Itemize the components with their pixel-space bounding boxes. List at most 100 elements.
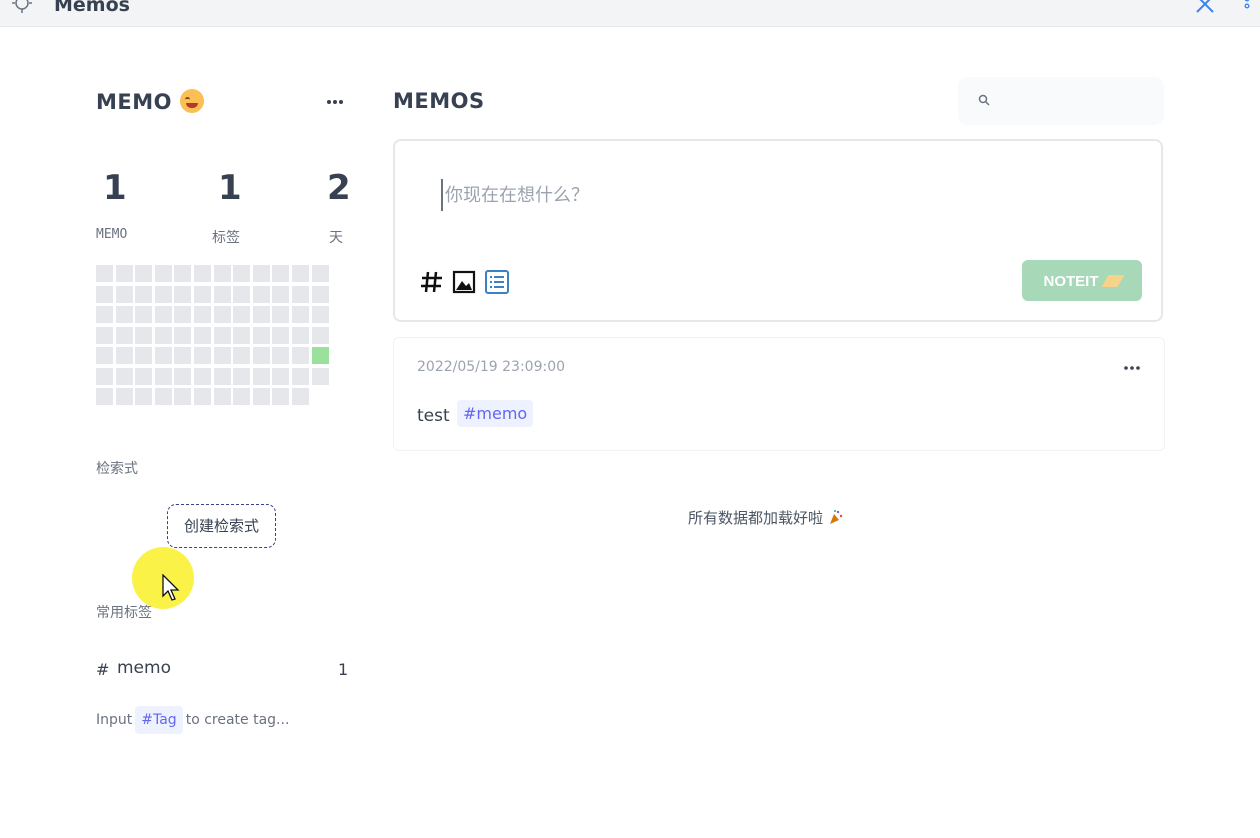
heatmap-cell[interactable]: [252, 306, 270, 324]
heatmap-cell[interactable]: [96, 265, 113, 282]
heatmap-cell[interactable]: [154, 347, 172, 365]
memo-more-icon[interactable]: [1120, 358, 1144, 378]
heatmap-cell[interactable]: [135, 306, 153, 324]
hash-tag-icon[interactable]: [419, 269, 445, 295]
tag-item-memo[interactable]: # memo 1: [96, 658, 348, 682]
heatmap-cell[interactable]: [213, 285, 231, 303]
heatmap-cell[interactable]: [96, 326, 113, 344]
heatmap-cell[interactable]: [174, 326, 192, 344]
heatmap-cell[interactable]: [96, 367, 113, 385]
heatmap-cell[interactable]: [174, 265, 192, 282]
heatmap-cell[interactable]: [292, 367, 309, 385]
heatmap-cell[interactable]: [115, 388, 133, 406]
heatmap-cell[interactable]: [194, 326, 211, 344]
heatmap-cell[interactable]: [292, 347, 309, 365]
heatmap-cell[interactable]: [213, 326, 231, 344]
heatmap-cell[interactable]: [96, 347, 113, 365]
close-icon[interactable]: [1195, 0, 1215, 16]
query-section-title: 检索式: [96, 461, 138, 477]
heatmap-cell[interactable]: [154, 388, 172, 406]
heatmap-cell[interactable]: [233, 306, 251, 324]
heatmap-cell[interactable]: [292, 326, 309, 344]
heatmap-cell[interactable]: [272, 306, 290, 324]
noteit-button[interactable]: NOTEIT: [1022, 260, 1142, 301]
heatmap-cell[interactable]: [174, 367, 192, 385]
heatmap-cell[interactable]: [194, 388, 211, 406]
heatmap-cell[interactable]: [252, 347, 270, 365]
heatmap-cell[interactable]: [115, 306, 133, 324]
heatmap-cell[interactable]: [233, 367, 251, 385]
heatmap-cell[interactable]: [194, 285, 211, 303]
heatmap-cell[interactable]: [115, 326, 133, 344]
heatmap-cell[interactable]: [135, 388, 153, 406]
heatmap-cell[interactable]: [174, 306, 192, 324]
heatmap-cell[interactable]: [213, 367, 231, 385]
heatmap-cell[interactable]: [311, 347, 329, 365]
heatmap-cell[interactable]: [96, 306, 113, 324]
heatmap-cell[interactable]: [115, 347, 133, 365]
window-menu-icon[interactable]: [1240, 0, 1254, 16]
heatmap-cell[interactable]: [311, 306, 329, 324]
heatmap-cell[interactable]: [292, 285, 309, 303]
heatmap-cell[interactable]: [194, 306, 211, 324]
more-icon[interactable]: [323, 92, 347, 112]
heatmap-cell[interactable]: [272, 347, 290, 365]
day-count: 2: [327, 168, 351, 208]
heatmap-cell[interactable]: [96, 388, 113, 406]
image-icon[interactable]: [451, 269, 477, 295]
heatmap-cell[interactable]: [292, 306, 309, 324]
heatmap-cell[interactable]: [213, 347, 231, 365]
heatmap-cell[interactable]: [292, 388, 309, 406]
heatmap-cell[interactable]: [135, 265, 153, 282]
heatmap-cell[interactable]: [213, 265, 231, 282]
heatmap-cell[interactable]: [135, 285, 153, 303]
heatmap-cell[interactable]: [233, 265, 251, 282]
heatmap-cell[interactable]: [233, 388, 251, 406]
heatmap-cell[interactable]: [154, 367, 172, 385]
heatmap-cell[interactable]: [154, 306, 172, 324]
search-input[interactable]: [998, 87, 1152, 117]
heatmap-cell[interactable]: [252, 367, 270, 385]
heatmap-cell[interactable]: [213, 388, 231, 406]
heatmap-cell[interactable]: [233, 326, 251, 344]
heatmap-cell[interactable]: [194, 367, 211, 385]
heatmap-cell[interactable]: [272, 326, 290, 344]
heatmap-cell[interactable]: [311, 265, 329, 282]
heatmap-cell[interactable]: [115, 367, 133, 385]
heatmap-cell[interactable]: [252, 326, 270, 344]
heatmap-cell[interactable]: [174, 285, 192, 303]
heatmap-cell[interactable]: [233, 347, 251, 365]
heatmap-cell[interactable]: [252, 265, 270, 282]
create-query-button[interactable]: 创建检索式: [167, 504, 276, 548]
heatmap-cell[interactable]: [154, 265, 172, 282]
heatmap-cell[interactable]: [154, 326, 172, 344]
heatmap-cell[interactable]: [174, 347, 192, 365]
heatmap-cell[interactable]: [115, 285, 133, 303]
memo-editor-input[interactable]: [441, 179, 1047, 211]
heatmap-cell[interactable]: [311, 367, 329, 385]
heatmap-cell[interactable]: [252, 388, 270, 406]
heatmap-cell[interactable]: [272, 285, 290, 303]
heatmap-cell[interactable]: [135, 367, 153, 385]
heatmap-cell[interactable]: [115, 265, 133, 282]
heatmap-cell[interactable]: [311, 285, 329, 303]
heatmap-cell[interactable]: [194, 265, 211, 282]
heatmap-cell[interactable]: [154, 285, 172, 303]
heatmap-cell[interactable]: [272, 388, 290, 406]
list-icon[interactable]: [484, 269, 510, 295]
heatmap-cell[interactable]: [252, 285, 270, 303]
heatmap-cell[interactable]: [292, 265, 309, 282]
heatmap-cell[interactable]: [135, 347, 153, 365]
heatmap-cell[interactable]: [213, 306, 231, 324]
heatmap-cell[interactable]: [194, 347, 211, 365]
noteit-label: NOTEIT: [1043, 273, 1099, 290]
heatmap-cell[interactable]: [233, 285, 251, 303]
heatmap-cell[interactable]: [311, 326, 329, 344]
heatmap-cell[interactable]: [135, 326, 153, 344]
heatmap-cell[interactable]: [272, 265, 290, 282]
heatmap-cell[interactable]: [174, 388, 192, 406]
heatmap-cell[interactable]: [272, 367, 290, 385]
search-box: [958, 77, 1164, 125]
heatmap-cell[interactable]: [96, 285, 113, 303]
memo-tag[interactable]: #memo: [457, 400, 534, 427]
